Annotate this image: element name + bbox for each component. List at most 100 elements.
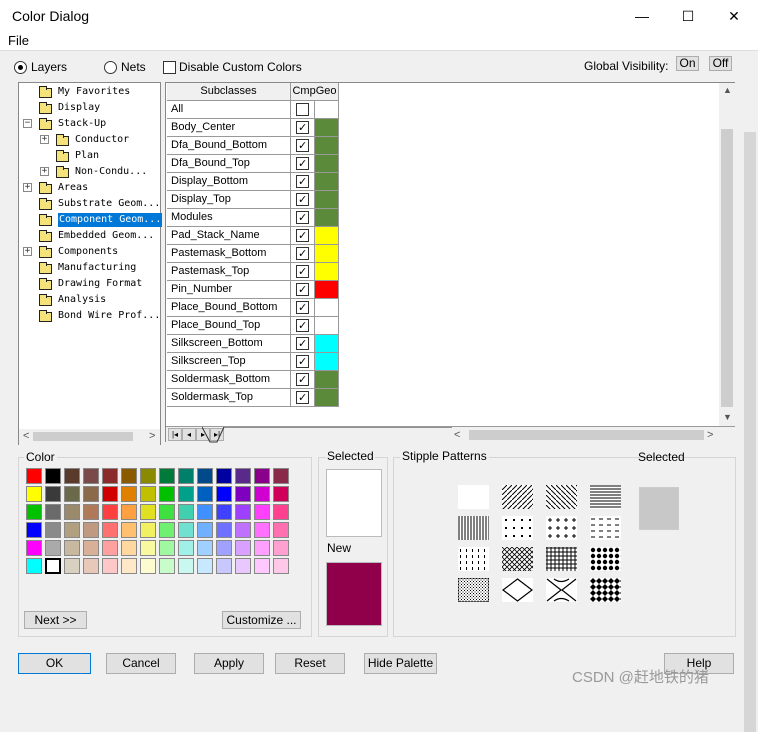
hscroll-right-icon[interactable]: > [707, 429, 713, 441]
tree-item[interactable]: − Stack-Up [19, 117, 160, 131]
grid-hscroll-thumb[interactable] [469, 430, 704, 440]
palette-swatch[interactable] [140, 468, 156, 484]
stipple-pattern[interactable] [502, 485, 533, 509]
color-cell[interactable] [315, 281, 339, 299]
palette-swatch[interactable] [235, 558, 251, 574]
visibility-checkbox[interactable]: ✓ [296, 229, 309, 242]
color-cell[interactable] [315, 209, 339, 227]
global-off-button[interactable]: Off [709, 56, 732, 71]
expand-icon[interactable]: + [23, 183, 32, 192]
palette-swatch[interactable] [197, 468, 213, 484]
subclass-name[interactable]: Display_Bottom [167, 173, 291, 191]
color-cell[interactable] [315, 245, 339, 263]
next-button[interactable]: Next >> [24, 611, 87, 629]
palette-swatch[interactable] [178, 504, 194, 520]
palette-swatch[interactable] [235, 486, 251, 502]
palette-swatch[interactable] [254, 522, 270, 538]
color-cell[interactable] [315, 191, 339, 209]
palette-swatch[interactable] [64, 522, 80, 538]
color-cell[interactable] [315, 155, 339, 173]
tree-item[interactable]: Component Geom... [19, 213, 163, 227]
subclass-name[interactable]: Pastemask_Bottom [167, 245, 291, 263]
subclass-name[interactable]: Modules [167, 209, 291, 227]
palette-swatch[interactable] [45, 468, 61, 484]
palette-swatch[interactable] [235, 504, 251, 520]
palette-swatch[interactable] [216, 558, 232, 574]
palette-swatch[interactable] [45, 522, 61, 538]
palette-swatch[interactable] [197, 522, 213, 538]
visibility-checkbox[interactable]: ✓ [296, 283, 309, 296]
color-cell[interactable] [315, 335, 339, 353]
subclass-name[interactable]: Pastemask_Top [167, 263, 291, 281]
expand-icon[interactable]: + [40, 167, 49, 176]
palette-swatch[interactable] [140, 504, 156, 520]
palette-swatch[interactable] [102, 558, 118, 574]
palette-swatch[interactable] [45, 504, 61, 520]
color-cell[interactable] [315, 263, 339, 281]
palette-swatch[interactable] [121, 540, 137, 556]
visibility-checkbox[interactable]: ✓ [296, 373, 309, 386]
cancel-button[interactable]: Cancel [106, 653, 176, 674]
palette-swatch[interactable] [121, 486, 137, 502]
subclass-name[interactable]: Body_Center [167, 119, 291, 137]
palette-swatch[interactable] [26, 558, 42, 574]
palette-swatch[interactable] [197, 540, 213, 556]
palette-swatch[interactable] [197, 486, 213, 502]
visibility-checkbox[interactable]: ✓ [296, 301, 309, 314]
expand-icon[interactable]: + [23, 247, 32, 256]
subclass-name[interactable]: Silkscreen_Bottom [167, 335, 291, 353]
tree-item[interactable]: Analysis [19, 293, 160, 307]
visibility-checkbox[interactable]: ✓ [296, 319, 309, 332]
tree-item[interactable]: + Components [19, 245, 160, 259]
palette-swatch[interactable] [273, 522, 289, 538]
scroll-left-icon[interactable]: < [23, 430, 29, 442]
palette-swatch[interactable] [273, 468, 289, 484]
palette-swatch[interactable] [216, 540, 232, 556]
palette-swatch[interactable] [178, 468, 194, 484]
reset-button[interactable]: Reset [275, 653, 345, 674]
sheet-tab[interactable] [201, 426, 452, 443]
stipple-pattern[interactable] [458, 547, 489, 571]
maximize-button[interactable]: ☐ [668, 4, 708, 28]
color-cell[interactable] [315, 137, 339, 155]
subclass-name[interactable]: Dfa_Bound_Top [167, 155, 291, 173]
tree-item[interactable]: Substrate Geom... [19, 197, 160, 211]
stipple-pattern[interactable] [546, 485, 577, 509]
stipple-pattern[interactable] [457, 577, 490, 603]
disable-custom-colors-checkbox[interactable] [163, 61, 176, 74]
visibility-checkbox[interactable]: ✓ [296, 121, 309, 134]
palette-swatch[interactable] [83, 468, 99, 484]
global-on-button[interactable]: On [676, 56, 699, 71]
subclass-name[interactable]: Soldermask_Top [167, 389, 291, 407]
stipple-pattern[interactable] [590, 547, 621, 571]
color-cell[interactable] [315, 299, 339, 317]
palette-swatch[interactable] [83, 540, 99, 556]
palette-swatch[interactable] [102, 504, 118, 520]
tree-hscroll[interactable]: < > [19, 429, 160, 445]
window-vscroll[interactable] [742, 52, 758, 732]
palette-swatch[interactable] [235, 522, 251, 538]
visibility-checkbox[interactable]: ✓ [296, 355, 309, 368]
color-cell[interactable] [315, 389, 339, 407]
palette-swatch[interactable] [254, 504, 270, 520]
color-cell[interactable] [315, 119, 339, 137]
palette-swatch[interactable] [26, 522, 42, 538]
palette-swatch[interactable] [121, 504, 137, 520]
palette-swatch[interactable] [254, 558, 270, 574]
palette-swatch[interactable] [159, 558, 175, 574]
palette-swatch[interactable] [178, 540, 194, 556]
palette-swatch[interactable] [64, 540, 80, 556]
tree-item[interactable]: + Conductor [19, 133, 160, 147]
palette-swatch[interactable] [102, 468, 118, 484]
palette-swatch[interactable] [83, 522, 99, 538]
palette-swatch[interactable] [140, 522, 156, 538]
stipple-pattern[interactable] [458, 485, 489, 509]
tree-item[interactable]: My Favorites [19, 85, 160, 99]
palette-swatch[interactable] [121, 522, 137, 538]
subclass-name[interactable]: Display_Top [167, 191, 291, 209]
palette-swatch[interactable] [216, 522, 232, 538]
menu-file[interactable]: File [8, 33, 29, 48]
palette-swatch[interactable] [64, 468, 80, 484]
palette-swatch[interactable] [64, 558, 80, 574]
layers-radio[interactable] [14, 61, 27, 74]
